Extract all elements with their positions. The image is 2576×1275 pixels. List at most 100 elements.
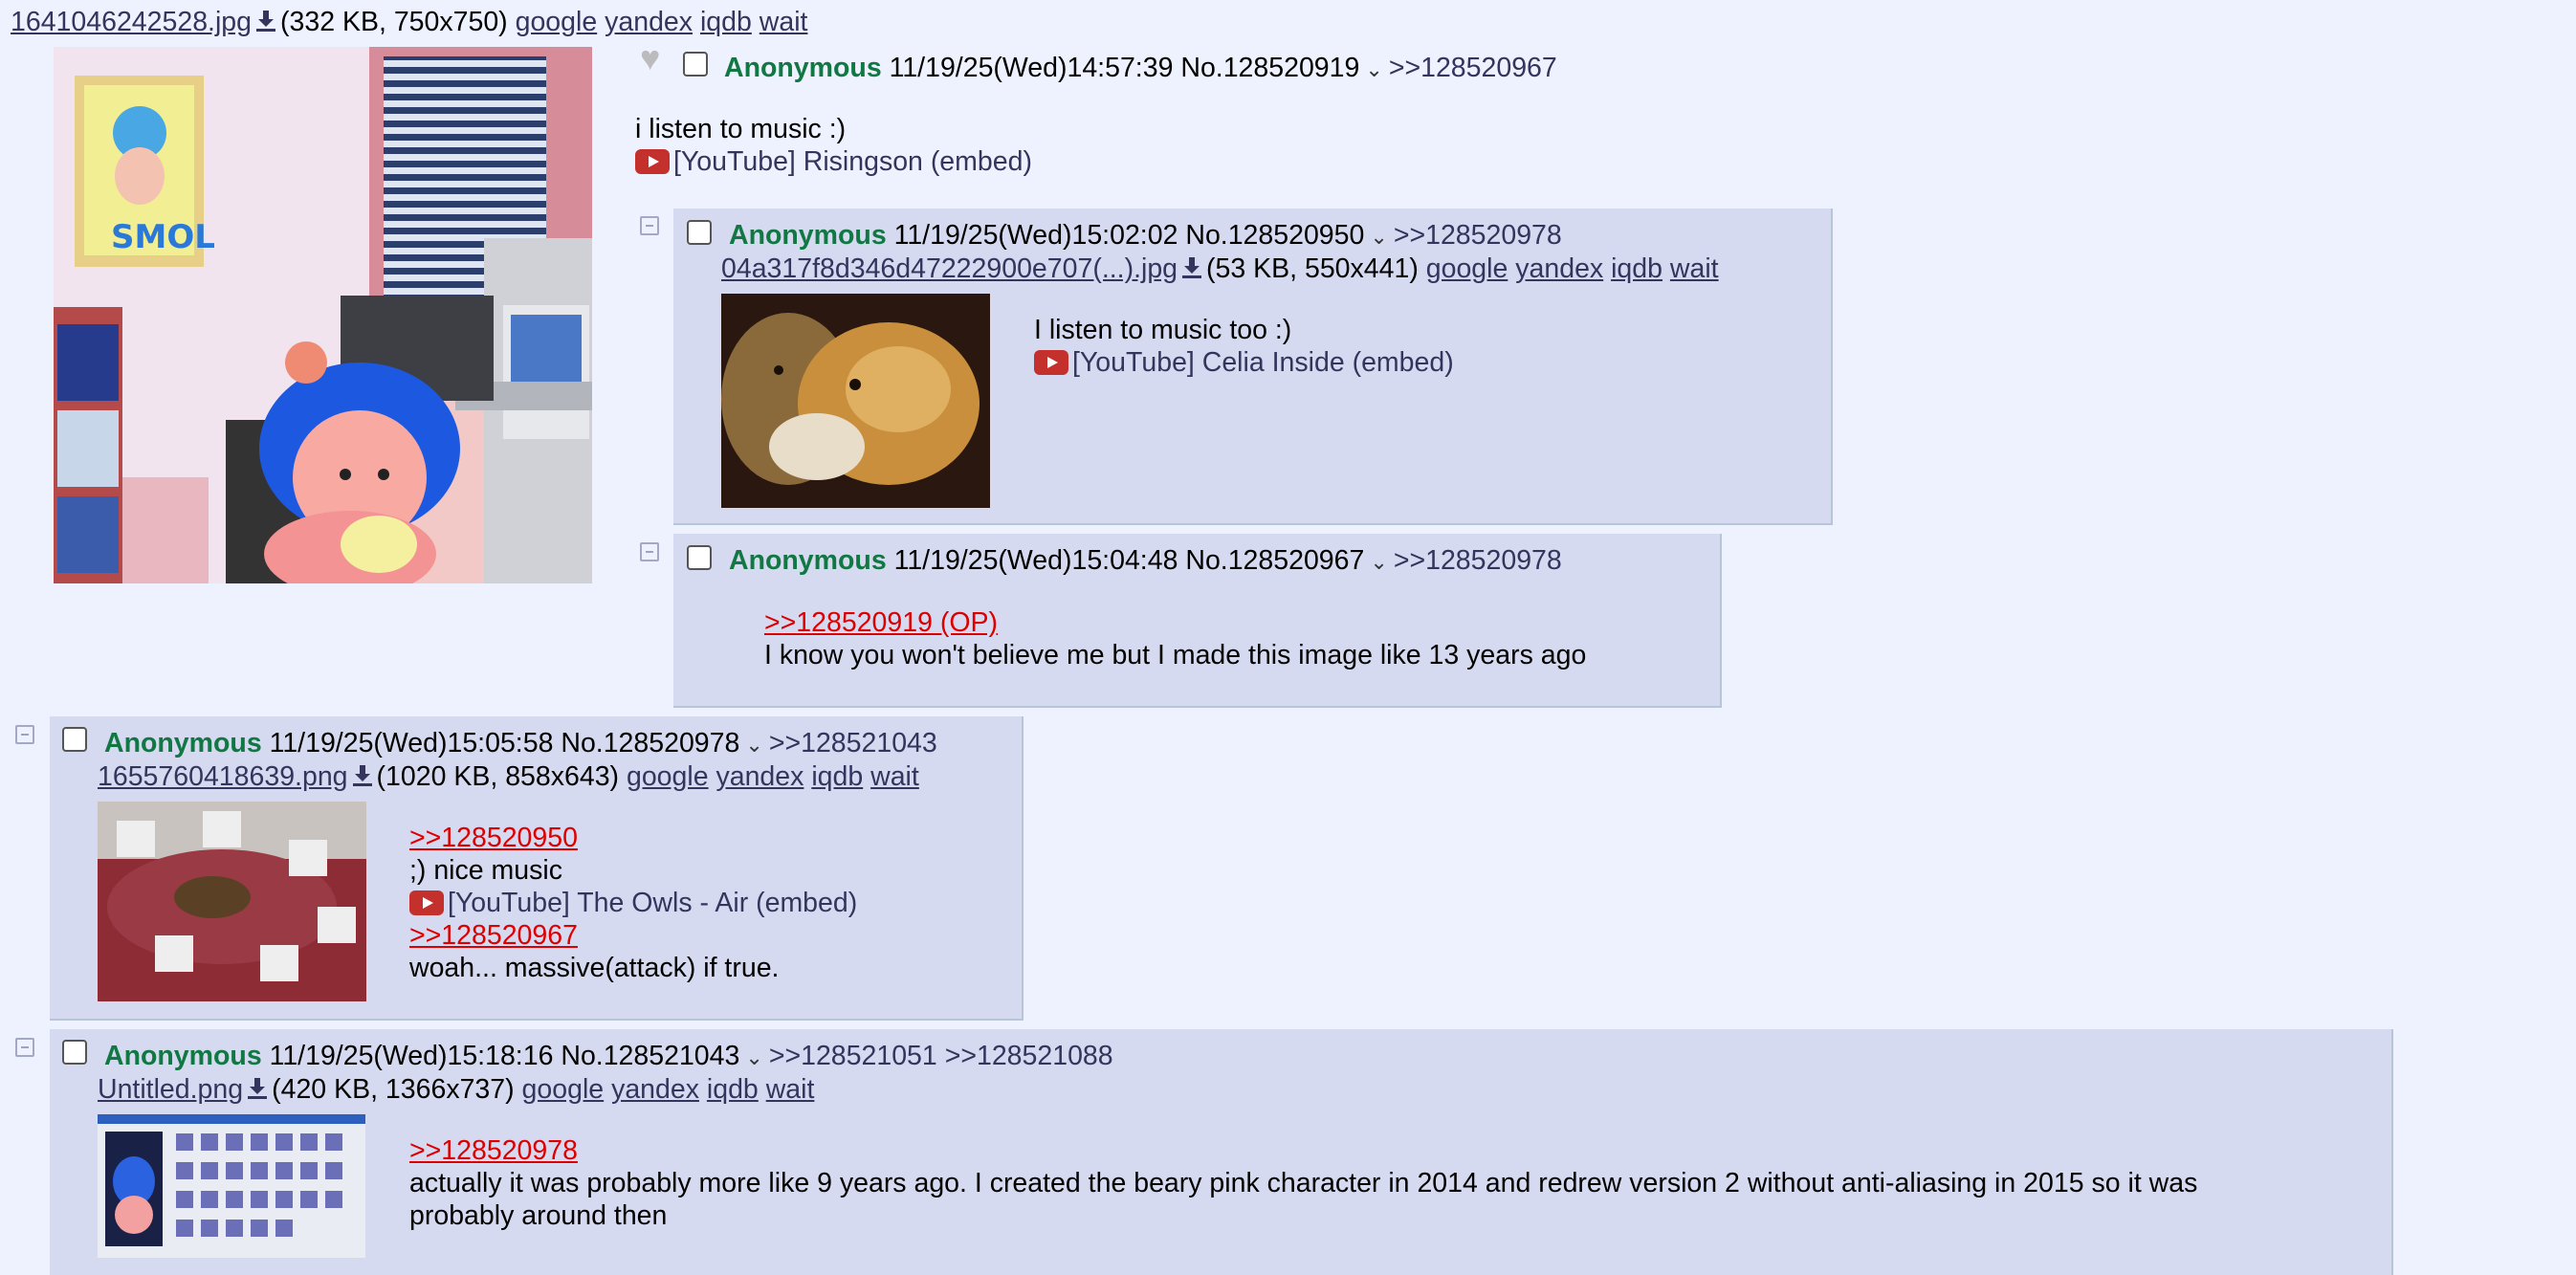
backlink[interactable]: >>128521088 (945, 1041, 1113, 1071)
youtube-icon (635, 149, 670, 174)
post-number[interactable]: No.128520950 (1185, 220, 1364, 251)
reply-select-checkbox[interactable] (62, 727, 87, 752)
reply-file-link[interactable]: 04a317f8d346d47222900e707(...).jpg (721, 253, 1178, 284)
download-icon[interactable] (352, 763, 373, 788)
post-number[interactable]: No.128520919 (1180, 53, 1359, 83)
backlink[interactable]: >>128520967 (1389, 53, 1557, 83)
search-yandex-link[interactable]: yandex (611, 1074, 699, 1105)
reply-thumbnail[interactable] (721, 294, 990, 508)
op-select-checkbox[interactable] (683, 52, 708, 77)
search-google-link[interactable]: google (522, 1074, 605, 1105)
op-thumbnail[interactable]: SMOL (54, 47, 592, 583)
quote-link[interactable]: >>128520950 (409, 822, 578, 854)
backlink[interactable]: >>128520978 (1394, 545, 1562, 576)
search-iqdb-link[interactable]: iqdb (1611, 253, 1662, 284)
search-yandex-link[interactable]: yandex (605, 7, 693, 37)
post-datetime: 11/19/25(Wed)14:57:39 (889, 53, 1174, 83)
chevron-down-icon[interactable]: ⌄ (745, 729, 762, 761)
reply-comment-line: I listen to music too :) (1034, 315, 1292, 345)
poster-name: Anonymous (104, 728, 262, 758)
quote-link[interactable]: >>128520967 (409, 919, 578, 952)
minus-toggle-icon[interactable] (15, 725, 34, 744)
reply-embed[interactable]: [YouTube] Celia Inside (embed) (1072, 347, 1454, 378)
reply-comment-line: woah... massive(attack) if true. (409, 953, 780, 983)
download-icon[interactable] (255, 9, 276, 33)
reply-file-info-line: 1655760418639.png (1020 KB, 858x643) goog… (98, 760, 919, 793)
op-embed[interactable]: [YouTube] Risingson (embed) (673, 146, 1032, 177)
reply-select-checkbox[interactable] (62, 1040, 87, 1065)
download-icon[interactable] (247, 1076, 268, 1101)
poster-name: Anonymous (729, 545, 887, 576)
chevron-down-icon[interactable]: ⌄ (745, 1042, 762, 1074)
reply-select-checkbox[interactable] (687, 220, 712, 245)
reply-file-meta: (1020 KB, 858x643) (376, 761, 620, 792)
minus-toggle-icon[interactable] (640, 542, 659, 561)
reply-embed-line[interactable]: [YouTube] Celia Inside (embed) (1034, 346, 1454, 379)
reply-thumbnail[interactable] (98, 802, 366, 1001)
backlink[interactable]: >>128521043 (769, 728, 937, 758)
op-file-info-line: 1641046242528.jpg (332 KB, 750x750) googl… (11, 6, 807, 38)
post-number[interactable]: No.128520978 (561, 728, 739, 758)
reply-comment-line: probably around then (409, 1200, 668, 1231)
poster-name: Anonymous (104, 1041, 262, 1071)
post-datetime: 11/19/25(Wed)15:05:58 (269, 728, 554, 758)
op-file-meta: (332 KB, 750x750) (280, 7, 508, 37)
reply-comment-line: actually it was probably more like 9 yea… (409, 1168, 2198, 1198)
reply-comment-line: ;) nice music (409, 855, 562, 886)
chevron-down-icon[interactable]: ⌄ (1370, 546, 1387, 579)
svg-text:SMOL: SMOL (111, 218, 215, 256)
reply-select-checkbox[interactable] (687, 545, 712, 570)
search-wait-link[interactable]: wait (760, 7, 808, 37)
search-google-link[interactable]: google (1426, 253, 1508, 284)
post-number[interactable]: No.128520967 (1185, 545, 1364, 576)
reply-file-link[interactable]: Untitled.png (98, 1074, 243, 1105)
op-embed-line[interactable]: [YouTube] Risingson (embed) (635, 145, 1032, 178)
youtube-icon (409, 890, 444, 915)
quote-link-text[interactable]: >>128520967 (409, 920, 578, 951)
reply-file-info-line: 04a317f8d346d47222900e707(...).jpg (53 KB… (721, 253, 1719, 285)
poster-name: Anonymous (729, 220, 887, 251)
search-google-link[interactable]: google (627, 761, 709, 792)
op-file-link[interactable]: 1641046242528.jpg (11, 7, 252, 37)
youtube-icon (1034, 350, 1068, 375)
post-number[interactable]: No.128521043 (561, 1041, 739, 1071)
quote-link[interactable]: >>128520919 (OP) (764, 606, 998, 639)
quote-link-text[interactable]: >>128520950 (409, 823, 578, 853)
chevron-down-icon[interactable]: ⌄ (1370, 221, 1387, 253)
reply-file-info-line: Untitled.png (420 KB, 1366x737) google ya… (98, 1073, 814, 1106)
minus-toggle-icon[interactable] (15, 1038, 34, 1057)
search-iqdb-link[interactable]: iqdb (811, 761, 863, 792)
op-post-header: Anonymous 11/19/25(Wed)14:57:39 No.12852… (724, 52, 1557, 86)
search-wait-link[interactable]: wait (870, 761, 919, 792)
reply-header: Anonymous 11/19/25(Wed)15:04:48 No.12852… (729, 544, 1562, 579)
search-iqdb-link[interactable]: iqdb (707, 1074, 759, 1105)
reply-file-meta: (53 KB, 550x441) (1206, 253, 1419, 284)
search-yandex-link[interactable]: yandex (1515, 253, 1603, 284)
backlink[interactable]: >>128520978 (1394, 220, 1562, 251)
reply-thumbnail[interactable] (98, 1114, 365, 1258)
reply-header: Anonymous 11/19/25(Wed)15:02:02 No.12852… (729, 219, 1562, 253)
reply-embed[interactable]: [YouTube] The Owls - Air (embed) (448, 888, 857, 918)
download-icon[interactable] (1181, 255, 1202, 280)
reply-file-meta: (420 KB, 1366x737) (272, 1074, 515, 1105)
search-wait-link[interactable]: wait (1670, 253, 1719, 284)
reply-comment-line: I know you won't believe me but I made t… (764, 640, 1587, 670)
quote-link-text[interactable]: >>128520919 (OP) (764, 607, 998, 638)
heart-icon[interactable]: ♥ (640, 41, 660, 76)
search-google-link[interactable]: google (516, 7, 598, 37)
reply-file-link[interactable]: 1655760418639.png (98, 761, 348, 792)
chevron-down-icon[interactable]: ⌄ (1365, 54, 1382, 86)
search-yandex-link[interactable]: yandex (716, 761, 804, 792)
search-iqdb-link[interactable]: iqdb (700, 7, 752, 37)
post-datetime: 11/19/25(Wed)15:02:02 (893, 220, 1178, 251)
backlink[interactable]: >>128521051 (769, 1041, 937, 1071)
reply-embed-line[interactable]: [YouTube] The Owls - Air (embed) (409, 887, 857, 919)
search-wait-link[interactable]: wait (766, 1074, 815, 1105)
quote-link[interactable]: >>128520978 (409, 1134, 578, 1167)
op-comment: i listen to music :) (635, 114, 847, 144)
quote-link-text[interactable]: >>128520978 (409, 1135, 578, 1166)
minus-toggle-icon[interactable] (640, 216, 659, 235)
poster-name: Anonymous (724, 53, 882, 83)
post-datetime: 11/19/25(Wed)15:18:16 (269, 1041, 554, 1071)
reply-header: Anonymous 11/19/25(Wed)15:05:58 No.12852… (104, 727, 937, 761)
